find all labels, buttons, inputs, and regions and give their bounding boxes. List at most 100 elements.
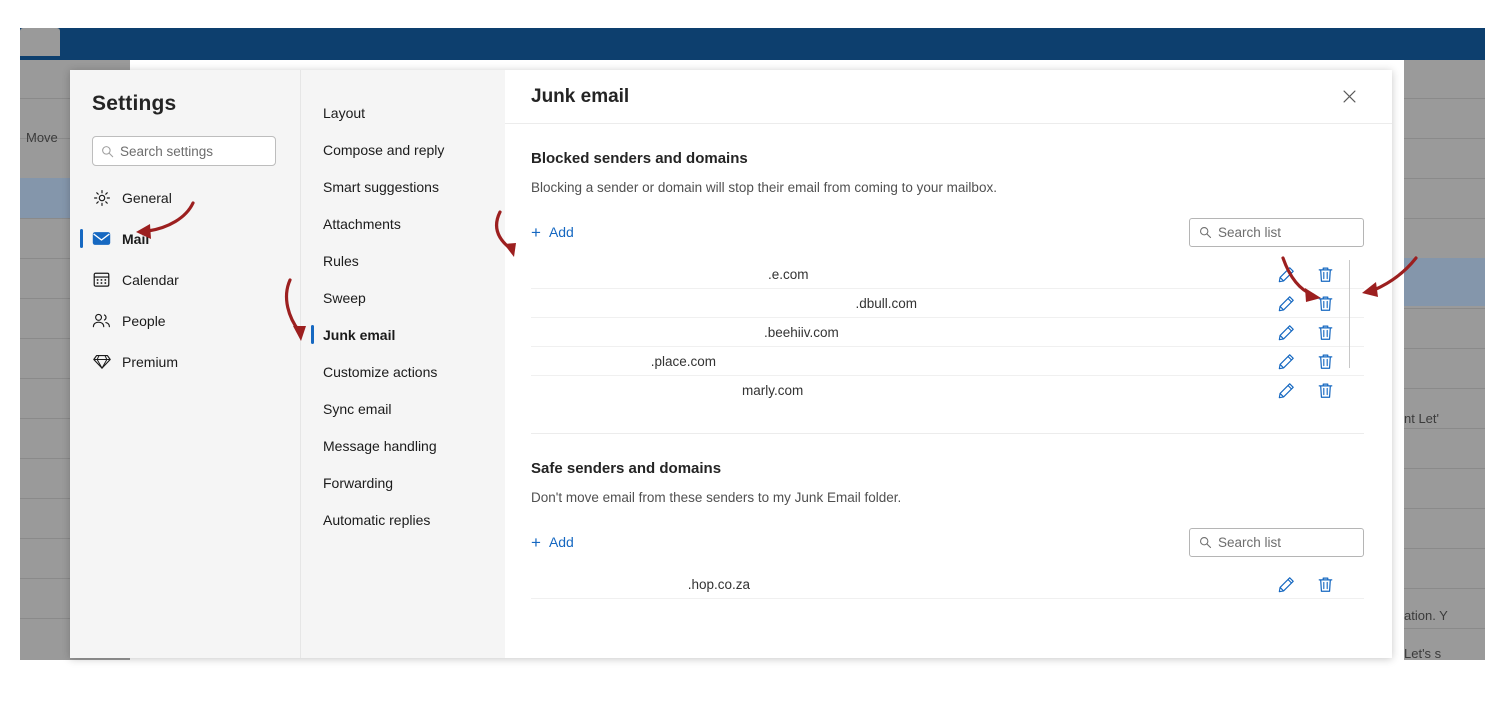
settings-search-box[interactable] [92,136,276,166]
subnav-item-attachments[interactable]: Attachments [301,205,505,242]
entry-visible: .dbull.com [855,295,918,311]
background-snippet-3: Let's s [1404,646,1442,661]
calendar-icon [92,270,111,289]
pencil-icon[interactable] [1278,295,1295,312]
redacted-text: mail@news [694,325,764,340]
envelope-icon [92,229,111,248]
safe-senders-section: Safe senders and domains Don't move emai… [531,434,1364,599]
safe-search-box[interactable] [1189,527,1364,557]
search-icon [102,145,114,157]
subnav-item-sweep[interactable]: Sweep [301,279,505,316]
subnav-item-label: Sweep [323,289,366,306]
sidebar-item-calendar[interactable]: Calendar [70,262,300,297]
settings-search-input[interactable] [120,143,267,159]
settings-subnav: Layout Compose and reply Smart suggestio… [300,70,505,658]
trash-icon[interactable] [1317,353,1334,370]
blocked-list: noreply@example.e.com [531,260,1364,405]
table-row[interactable]: info@market.place.com [531,347,1364,376]
entry-visible: .e.com [768,266,809,282]
blocked-senders-section: Blocked senders and domains Blocking a s… [531,150,1364,405]
screen: Move nt Let' ation. Y Let's s Settings S… [0,0,1485,707]
sidebar-item-premium[interactable]: Premium [70,344,300,379]
sidebar-item-label: Mail [122,230,150,247]
pencil-icon[interactable] [1278,266,1295,283]
content-body: Blocked senders and domains Blocking a s… [505,124,1392,599]
blocked-list-scrollbar[interactable] [1349,260,1350,368]
blocked-entry-2: mail@news.beehiiv.com [539,325,839,340]
trash-icon[interactable] [1317,324,1334,341]
pencil-icon[interactable] [1278,324,1295,341]
subnav-item-smart-suggestions[interactable]: Smart suggestions [301,168,505,205]
settings-sidebar: Settings General [70,70,300,658]
entry-visible: .beehiiv.com [763,324,839,340]
trash-icon[interactable] [1317,382,1334,399]
settings-dialog: Settings General [70,70,1392,658]
safe-description: Don't move email from these senders to m… [531,490,902,505]
table-row[interactable]: newsletter@rebase.dbull.com [531,289,1364,318]
app-header-bar [20,28,1485,60]
diamond-icon [92,352,111,371]
pencil-icon[interactable] [1278,382,1295,399]
trash-icon[interactable] [1317,576,1334,593]
subnav-item-label: Customize actions [323,363,438,380]
subnav-item-message-handling[interactable]: Message handling [301,427,505,464]
sidebar-item-label: Calendar [122,271,179,288]
subnav-item-sync-email[interactable]: Sync email [301,390,505,427]
sidebar-item-general[interactable]: General [70,180,300,215]
people-icon [92,311,111,330]
redacted-text: newsletter@rebase [739,296,856,311]
blocked-search-input[interactable] [1218,224,1354,240]
table-row[interactable]: mail@news.beehiiv.com [531,318,1364,347]
row-actions [1278,295,1364,312]
subnav-item-label: Sync email [323,400,392,417]
subnav-item-compose-and-reply[interactable]: Compose and reply [301,131,505,168]
blocked-search-box[interactable] [1189,217,1364,247]
pencil-icon[interactable] [1278,576,1295,593]
subnav-item-junk-email[interactable]: Junk email [301,316,505,353]
search-icon [1200,536,1212,548]
safe-add-button[interactable]: + Add [531,534,574,551]
blocked-add-button[interactable]: + Add [531,224,574,241]
background-message-list-right [1404,60,1485,660]
row-actions [1278,324,1364,341]
redacted-text: info@market [574,354,651,369]
blocked-heading: Blocked senders and domains [531,150,748,167]
close-button[interactable] [1334,82,1364,112]
subnav-item-label: Layout [323,104,366,121]
close-icon [1342,90,1356,103]
row-actions [1278,576,1364,593]
background-snippet-1: nt Let' [1404,411,1440,426]
subnav-item-customize-actions[interactable]: Customize actions [301,353,505,390]
subnav-item-automatic-replies[interactable]: Automatic replies [301,501,505,538]
pencil-icon[interactable] [1278,353,1295,370]
entry-visible: marly.com [741,383,804,398]
trash-icon[interactable] [1317,266,1334,283]
subnav-item-label: Rules [323,252,359,269]
safe-search-input[interactable] [1218,534,1354,550]
trash-icon[interactable] [1317,295,1334,312]
safe-list: orders@s.hop.co.za [531,570,1364,599]
table-row[interactable]: orders@s.hop.co.za [531,570,1364,599]
settings-content: Junk email Blocked senders and domains B… [505,70,1392,658]
redacted-text: noreply@example [659,267,768,282]
subnav-item-label: Junk email [323,326,396,343]
table-row[interactable]: noreply@example.e.com [531,260,1364,289]
browser-tab-chip [20,28,60,56]
sidebar-item-mail[interactable]: Mail [70,221,300,256]
redacted-text: orders@s [629,577,688,592]
background-snippet-2: ation. Y [1404,608,1448,623]
row-actions [1278,353,1364,370]
sidebar-item-people[interactable]: People [70,303,300,338]
table-row[interactable]: hello@grammarly.com [531,376,1364,405]
blocked-entry-3: info@market.place.com [539,354,716,369]
blocked-description: Blocking a sender or domain will stop th… [531,180,997,195]
subnav-item-forwarding[interactable]: Forwarding [301,464,505,501]
subnav-item-rules[interactable]: Rules [301,242,505,279]
safe-heading: Safe senders and domains [531,460,722,477]
subnav-item-layout[interactable]: Layout [301,94,505,131]
sidebar-item-label: Premium [122,353,179,370]
subnav-item-label: Compose and reply [323,141,445,158]
row-actions [1278,382,1364,399]
search-icon [1200,226,1212,238]
safe-add-label: Add [548,534,574,550]
